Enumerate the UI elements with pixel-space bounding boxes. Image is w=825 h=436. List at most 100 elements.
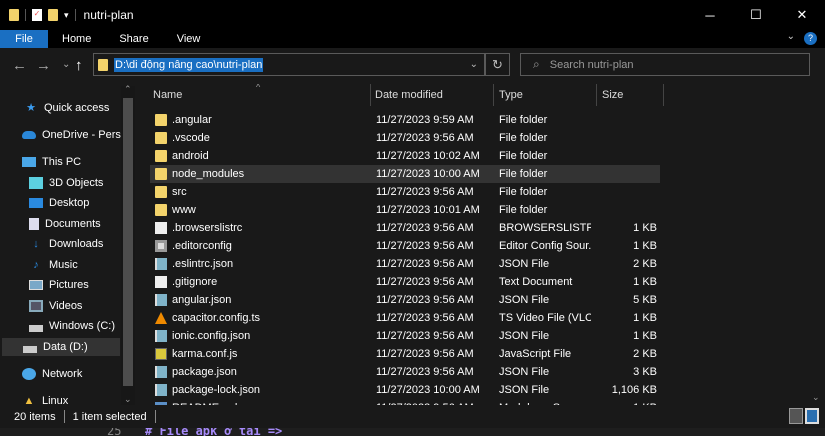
address-bar[interactable]: D:\di động nâng cao\nutri-plan ⌄	[93, 53, 485, 76]
column-divider[interactable]	[596, 84, 597, 106]
file-row[interactable]: node_modules 11/27/2023 10:00 AM File fold…	[150, 165, 660, 183]
file-row[interactable]: angular.json 11/27/2023 9:56 AM JSON File 5…	[150, 291, 660, 309]
sidebar-item-downloads[interactable]: ↓ Downloads	[29, 235, 103, 253]
file-name: karma.conf.js	[172, 348, 238, 360]
file-size: 1 KB	[633, 240, 657, 252]
sidebar-item-documents[interactable]: Documents	[29, 215, 101, 233]
sidebar-item-linux[interactable]: ▲ Linux	[22, 392, 69, 405]
tab-view[interactable]: View	[163, 30, 215, 48]
folder-icon	[155, 186, 167, 198]
file-row[interactable]: .gitignore 11/27/2023 9:56 AM Text Documen…	[150, 273, 660, 291]
file-icon	[155, 240, 167, 252]
file-row[interactable]: .eslintrc.json 11/27/2023 9:56 AM JSON Fil…	[150, 255, 660, 273]
column-header-date[interactable]: Date modified	[375, 84, 443, 106]
up-button[interactable]: ↑	[75, 57, 83, 74]
sidebar-item-this-pc[interactable]: This PC	[22, 153, 81, 171]
file-row[interactable]: capacitor.config.ts 11/27/2023 9:56 AM TS …	[150, 309, 660, 327]
address-path[interactable]: D:\di động nâng cao\nutri-plan	[114, 57, 264, 72]
maximize-button[interactable]: ☐	[733, 0, 779, 30]
file-date: 11/27/2023 9:56 AM	[376, 276, 474, 288]
file-type: File folder	[499, 114, 548, 126]
scrollbar-thumb[interactable]	[123, 98, 133, 386]
customize-toolbar-icon[interactable]: ▾	[64, 10, 69, 21]
column-divider[interactable]	[370, 84, 371, 106]
file-icon	[155, 294, 167, 306]
pictures-icon	[29, 280, 43, 290]
refresh-button[interactable]: ↻	[485, 53, 510, 76]
address-dropdown-icon[interactable]: ⌄	[470, 59, 478, 70]
file-date: 11/27/2023 9:56 AM	[376, 294, 474, 306]
file-row[interactable]: .browserslistrc 11/27/2023 9:56 AM BROWSER…	[150, 219, 660, 237]
file-type: File folder	[499, 204, 548, 216]
file-name: angular.json	[172, 294, 232, 306]
search-icon: ⌕	[533, 57, 540, 71]
file-name: .eslintrc.json	[172, 258, 234, 270]
file-row[interactable]: .vscode 11/27/2023 9:56 AM File folder	[150, 129, 660, 147]
file-row[interactable]: android 11/27/2023 10:02 AM File folder	[150, 147, 660, 165]
sidebar-item-music[interactable]: ♪ Music	[29, 256, 77, 274]
file-type: Text Document	[499, 276, 573, 288]
file-name: src	[172, 186, 187, 198]
file-size: 1 KB	[633, 312, 657, 324]
help-icon[interactable]: ?	[804, 32, 817, 45]
minimize-button[interactable]: ─	[687, 0, 733, 30]
new-folder-icon[interactable]	[48, 9, 58, 21]
column-header-size[interactable]: Size	[602, 84, 623, 106]
file-row[interactable]: karma.conf.js 11/27/2023 9:56 AM JavaScrip…	[150, 345, 660, 363]
file-type: JSON File	[499, 384, 550, 396]
folder-icon	[155, 168, 167, 180]
file-row[interactable]: www 11/27/2023 10:01 AM File folder	[150, 201, 660, 219]
tab-share[interactable]: Share	[105, 30, 162, 48]
details-view-button[interactable]	[789, 408, 803, 424]
file-date: 11/27/2023 9:56 AM	[376, 312, 474, 324]
file-size: 1 KB	[633, 222, 657, 234]
column-divider[interactable]	[663, 84, 664, 106]
expand-ribbon-icon[interactable]: ⌄	[787, 31, 795, 42]
sidebar-item-pictures[interactable]: Pictures	[29, 276, 89, 294]
file-date: 11/27/2023 9:59 AM	[376, 114, 474, 126]
search-placeholder: Search nutri-plan	[549, 58, 634, 71]
column-header-type[interactable]: Type	[499, 84, 523, 106]
sidebar-item-data-d[interactable]: Data (D:)	[2, 338, 120, 356]
column-divider[interactable]	[493, 84, 494, 106]
properties-icon[interactable]: ✓	[32, 9, 42, 21]
file-icon	[155, 258, 167, 270]
scroll-down-icon[interactable]: ⌄	[812, 392, 820, 403]
recent-locations-button[interactable]: ⌄	[62, 59, 70, 70]
file-type: JSON File	[499, 366, 550, 378]
sidebar-item-windows-c[interactable]: Windows (C:)	[29, 317, 115, 335]
large-icons-view-button[interactable]	[805, 408, 819, 424]
sidebar-item-onedrive[interactable]: OneDrive - Personal	[22, 126, 121, 144]
file-size: 1 KB	[633, 276, 657, 288]
file-name: .browserslistrc	[172, 222, 243, 234]
tab-home[interactable]: Home	[48, 30, 105, 48]
file-name: .gitignore	[172, 276, 218, 288]
file-size: 1,106 KB	[611, 384, 657, 396]
cloud-icon	[22, 131, 36, 139]
file-row[interactable]: .editorconfig 11/27/2023 9:56 AM Editor Co…	[150, 237, 660, 255]
file-size: 3 KB	[633, 366, 657, 378]
column-header-name[interactable]: Name	[153, 84, 182, 106]
scroll-up-icon[interactable]: ⌃	[124, 84, 132, 95]
tab-file[interactable]: File	[0, 30, 48, 48]
sidebar-item-network[interactable]: Network	[22, 365, 82, 383]
file-row[interactable]: package.json 11/27/2023 9:56 AM JSON File 3…	[150, 363, 660, 381]
sidebar-item-quick-access[interactable]: ★ Quick access	[24, 99, 109, 117]
download-icon: ↓	[33, 238, 39, 250]
sidebar-item-3d-objects[interactable]: 3D Objects	[29, 174, 103, 192]
search-input[interactable]: ⌕ Search nutri-plan	[520, 53, 810, 76]
file-type: JavaScript File	[499, 348, 572, 360]
forward-button[interactable]: →	[36, 57, 51, 74]
file-row[interactable]: ionic.config.json 11/27/2023 9:56 AM JSON …	[150, 327, 660, 345]
scroll-down-icon[interactable]: ⌄	[124, 394, 132, 405]
sidebar-item-desktop[interactable]: Desktop	[29, 194, 89, 212]
close-button[interactable]: ✕	[779, 0, 825, 30]
sidebar-scrollbar[interactable]: ⌃ ⌄	[121, 84, 135, 405]
file-date: 11/27/2023 9:56 AM	[376, 348, 474, 360]
sidebar-item-videos[interactable]: Videos	[29, 297, 82, 315]
file-row[interactable]: package-lock.json 11/27/2023 10:00 AM JSON…	[150, 381, 660, 399]
file-list-scrollbar[interactable]: ⌄	[809, 84, 825, 405]
file-row[interactable]: src 11/27/2023 9:56 AM File folder	[150, 183, 660, 201]
file-row[interactable]: .angular 11/27/2023 9:59 AM File folder	[150, 111, 660, 129]
back-button[interactable]: ←	[12, 57, 27, 74]
